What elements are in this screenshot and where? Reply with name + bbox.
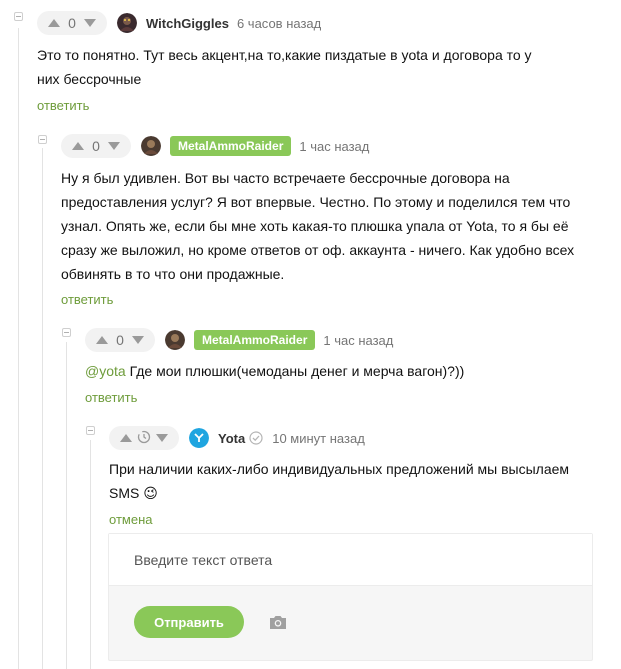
vote-widget: 0 <box>85 328 155 352</box>
avatar[interactable] <box>165 330 185 350</box>
reply-link[interactable]: ответить <box>61 292 113 307</box>
avatar[interactable] <box>141 136 161 156</box>
thread-line <box>42 148 43 669</box>
comment-header: 0 WitchGiggles 6 часов назад <box>37 10 321 36</box>
comment-text: Ну я был удивлен. Вот вы часто встречает… <box>61 166 601 286</box>
thread-line <box>66 342 67 669</box>
vote-widget: 0 <box>37 11 107 35</box>
avatar[interactable] <box>117 13 137 33</box>
comment: 0 WitchGiggles 6 часов назад Это то поня… <box>37 10 617 120</box>
cancel-link[interactable]: отмена <box>109 512 152 527</box>
reply-form: Отправить <box>108 533 593 661</box>
vote-down-icon[interactable] <box>79 11 101 35</box>
collapse-toggle[interactable] <box>14 12 23 21</box>
collapse-toggle[interactable] <box>86 426 95 435</box>
comment: Yota 10 минут назад При наличии каких-ли… <box>109 425 617 530</box>
comment: 0 MetalAmmoRaider 1 час назад @yota Где … <box>85 327 617 407</box>
comment-header: 0 MetalAmmoRaider 1 час назад <box>61 133 369 159</box>
verified-icon <box>249 431 263 445</box>
vote-score: 0 <box>116 332 124 348</box>
vote-score: 0 <box>92 138 100 154</box>
collapse-toggle[interactable] <box>62 328 71 337</box>
comment-time[interactable]: 1 час назад <box>299 139 369 154</box>
comment-text: Это то понятно. Тут весь акцент,на то,ка… <box>37 43 597 91</box>
comment-header: 0 MetalAmmoRaider 1 час назад <box>85 327 393 353</box>
thread-line <box>90 440 91 669</box>
clock-icon <box>137 430 151 447</box>
comment: 0 MetalAmmoRaider 1 час назад Ну я был у… <box>61 133 617 313</box>
vote-score: 0 <box>68 15 76 31</box>
vote-up-icon[interactable] <box>91 328 113 352</box>
vote-widget: 0 <box>61 134 131 158</box>
thread-line <box>18 28 19 669</box>
vote-up-icon[interactable] <box>115 426 137 450</box>
reply-link[interactable]: ответить <box>37 98 89 113</box>
comment-text-line: узнал. Опять же, если бы мне хоть какая-… <box>61 218 569 234</box>
vote-widget <box>109 426 179 450</box>
camera-icon[interactable] <box>269 614 287 630</box>
wink-emoji: 😉 <box>143 485 158 501</box>
vote-up-icon[interactable] <box>43 11 65 35</box>
vote-down-icon[interactable] <box>151 426 173 450</box>
comment-text: @yota Где мои плюшки(чемоданы денег и ме… <box>85 359 605 383</box>
comment-time[interactable]: 10 минут назад <box>272 431 365 446</box>
comment-text-line: Это то понятно. Тут весь акцент,на то,ка… <box>37 47 532 63</box>
username[interactable]: WitchGiggles <box>146 16 229 31</box>
comment-text-line: SMS <box>109 485 140 501</box>
comment-text: При наличии каких-либо индивидуальных пр… <box>109 457 609 505</box>
comment-text-line: сразу же выложил, но кроме ответов от оф… <box>61 242 575 258</box>
username[interactable]: MetalAmmoRaider <box>170 136 292 156</box>
comment-time[interactable]: 6 часов назад <box>237 16 321 31</box>
vote-down-icon[interactable] <box>103 134 125 158</box>
comment-text-line: Ну я был удивлен. Вот вы часто встречает… <box>61 170 510 186</box>
comment-text-line: предоставления услуг? Я вот впервые. Чес… <box>61 194 571 210</box>
comment-text-line: При наличии каких-либо индивидуальных пр… <box>109 461 570 477</box>
reply-input[interactable] <box>109 534 592 586</box>
avatar[interactable] <box>189 428 209 448</box>
comment-text-line: обвинять в то что они продажные. <box>61 266 285 282</box>
reply-link[interactable]: ответить <box>85 390 137 405</box>
username[interactable]: MetalAmmoRaider <box>194 330 316 350</box>
vote-up-icon[interactable] <box>67 134 89 158</box>
submit-button[interactable]: Отправить <box>134 606 244 638</box>
vote-down-icon[interactable] <box>127 328 149 352</box>
collapse-toggle[interactable] <box>38 135 47 144</box>
comment-time[interactable]: 1 час назад <box>323 333 393 348</box>
comment-text-line: них бессрочные <box>37 71 142 87</box>
comment-header: Yota 10 минут назад <box>109 425 365 451</box>
username[interactable]: Yota <box>218 431 245 446</box>
user-mention[interactable]: @yota <box>85 363 126 379</box>
comment-text-line: Где мои плюшки(чемоданы денег и мерча ва… <box>125 363 465 379</box>
